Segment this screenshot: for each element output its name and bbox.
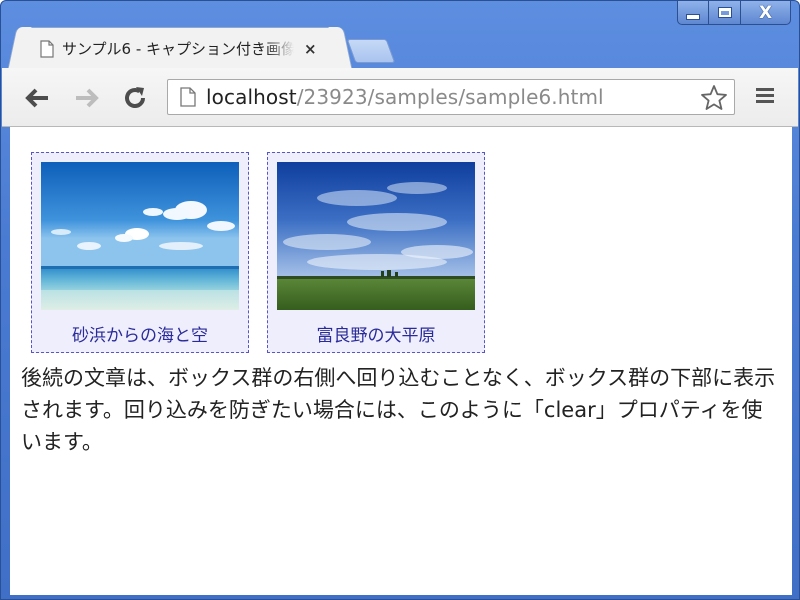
back-arrow-icon	[25, 88, 48, 108]
page-icon	[40, 39, 54, 58]
reload-icon	[125, 87, 145, 108]
minimize-button[interactable]	[677, 1, 709, 25]
url-path: /23923/samples/sample6.html	[296, 85, 604, 109]
tab-close-icon[interactable]: ×	[304, 40, 317, 58]
figure-caption: 砂浜からの海と空	[72, 326, 208, 346]
reload-button[interactable]	[120, 83, 150, 113]
figure-box: 富良野の大平原	[267, 152, 485, 353]
browser-toolbar: localhost/23923/samples/sample6.html	[2, 68, 798, 127]
minimize-icon	[686, 13, 700, 20]
address-bar[interactable]: localhost/23923/samples/sample6.html	[167, 79, 735, 115]
figure-caption: 富良野の大平原	[316, 326, 436, 346]
figure-box: 砂浜からの海と空	[31, 152, 249, 353]
browser-window: X サンプル6 - キャプション付き画像の回り込み × localhost/23…	[0, 0, 800, 600]
maximize-button[interactable]	[709, 1, 741, 25]
body-paragraph: 後続の文章は、ボックス群の右側へ回り込むことなく、ボックス群の下部に表示されます…	[21, 366, 776, 454]
maximize-icon	[717, 7, 732, 18]
close-window-button[interactable]: X	[741, 1, 791, 25]
new-tab-button[interactable]	[346, 39, 396, 63]
hamburger-menu-icon[interactable]	[754, 85, 776, 107]
back-button[interactable]	[22, 83, 52, 113]
star-icon[interactable]	[700, 84, 728, 112]
tab-title: サンプル6 - キャプション付き画像の回り込み	[62, 40, 294, 58]
forward-button[interactable]	[72, 83, 102, 113]
forward-arrow-icon	[76, 88, 99, 108]
beach-sea-sky-photo	[41, 162, 239, 310]
window-controls: X	[677, 1, 791, 27]
page-content: 砂浜からの海と空 富良野の大平原 後続の文章は、ボックス群の右側へ回り込むことな…	[10, 127, 792, 595]
close-icon: X	[758, 2, 773, 23]
furano-plain-photo	[277, 162, 475, 310]
url-text: localhost/23923/samples/sample6.html	[206, 85, 604, 109]
browser-tab[interactable]: サンプル6 - キャプション付き画像の回り込み ×	[19, 27, 341, 69]
url-host: localhost	[206, 85, 297, 109]
page-icon	[180, 87, 196, 107]
